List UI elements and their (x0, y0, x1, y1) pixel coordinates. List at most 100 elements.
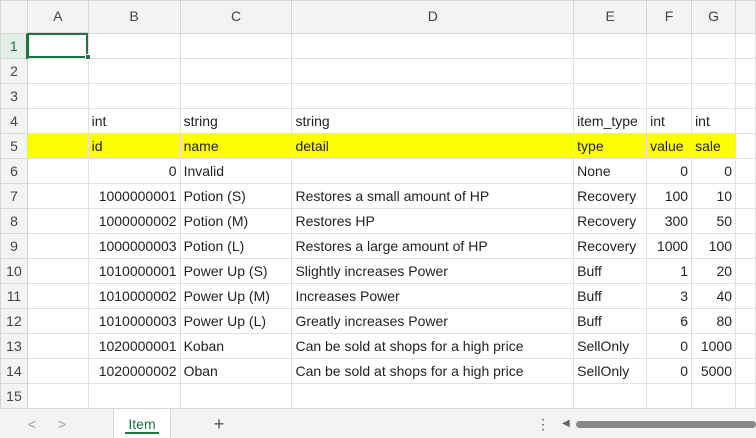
sale-cell[interactable]: 10 (691, 182, 737, 209)
name-cell[interactable]: Power Up (L) (179, 307, 293, 334)
type-cell-b[interactable]: int (87, 107, 181, 134)
cell[interactable] (291, 32, 575, 59)
cell[interactable] (735, 157, 756, 184)
cell[interactable] (573, 82, 648, 109)
column-header-h[interactable] (735, 0, 756, 34)
value-cell[interactable]: 6 (646, 307, 693, 334)
add-sheet-plus-icon[interactable]: + (208, 414, 230, 434)
cell[interactable] (87, 82, 181, 109)
column-header-c[interactable]: C (179, 0, 293, 34)
sale-cell[interactable]: 20 (691, 257, 737, 284)
value-cell[interactable]: 0 (646, 332, 693, 359)
value-cell[interactable]: 100 (646, 182, 693, 209)
field-cell-name[interactable]: name (179, 132, 293, 159)
cell[interactable] (691, 32, 737, 59)
value-cell[interactable]: 0 (646, 157, 693, 184)
value-cell[interactable]: 0 (646, 357, 693, 384)
sale-cell[interactable]: 40 (691, 282, 737, 309)
cell[interactable] (573, 57, 648, 84)
type-cell[interactable]: Recovery (573, 232, 648, 259)
cell[interactable] (179, 57, 293, 84)
id-cell[interactable]: 1000000001 (87, 182, 181, 209)
type-cell-c[interactable]: string (179, 107, 293, 134)
field-cell-id[interactable]: id (87, 132, 181, 159)
row-header[interactable]: 5 (0, 132, 28, 159)
detail-cell[interactable] (291, 157, 575, 184)
column-header-f[interactable]: F (646, 0, 693, 34)
field-cell-detail[interactable]: detail (291, 132, 575, 159)
field-cell-value[interactable]: value (646, 132, 693, 159)
cell[interactable] (26, 307, 89, 334)
name-cell[interactable]: Potion (M) (179, 207, 293, 234)
row-header[interactable]: 6 (0, 157, 28, 184)
cell[interactable] (87, 57, 181, 84)
cell[interactable] (646, 32, 693, 59)
cell[interactable] (735, 307, 756, 334)
sale-cell[interactable]: 5000 (691, 357, 737, 384)
cell[interactable] (735, 182, 756, 209)
cell[interactable] (26, 207, 89, 234)
select-all-corner[interactable] (0, 0, 28, 34)
row-header[interactable]: 14 (0, 357, 28, 384)
type-cell-e[interactable]: item_type (573, 107, 648, 134)
name-cell[interactable]: Potion (S) (179, 182, 293, 209)
type-cell-d[interactable]: string (291, 107, 575, 134)
row-header[interactable]: 9 (0, 232, 28, 259)
sale-cell[interactable]: 80 (691, 307, 737, 334)
type-cell-f[interactable]: int (646, 107, 693, 134)
detail-cell[interactable]: Increases Power (291, 282, 575, 309)
cell[interactable] (646, 82, 693, 109)
cell[interactable] (735, 57, 756, 84)
cell[interactable] (87, 382, 181, 408)
value-cell[interactable]: 1 (646, 257, 693, 284)
sale-cell[interactable]: 1000 (691, 332, 737, 359)
column-header-b[interactable]: B (87, 0, 181, 34)
cell[interactable] (291, 57, 575, 84)
id-cell[interactable]: 1010000003 (87, 307, 181, 334)
next-sheet-arrow-icon[interactable]: > (52, 415, 72, 433)
id-cell[interactable]: 0 (87, 157, 181, 184)
type-cell[interactable]: Buff (573, 282, 648, 309)
type-cell[interactable]: SellOnly (573, 357, 648, 384)
row-header[interactable]: 7 (0, 182, 28, 209)
row-header[interactable]: 4 (0, 107, 28, 134)
detail-cell[interactable]: Restores a small amount of HP (291, 182, 575, 209)
cell[interactable] (26, 382, 89, 408)
cell[interactable] (573, 382, 648, 408)
name-cell[interactable]: Invalid (179, 157, 293, 184)
sheet-tab-item[interactable]: Item (113, 409, 171, 438)
prev-sheet-arrow-icon[interactable]: < (22, 415, 42, 433)
cell[interactable] (26, 82, 89, 109)
row-header[interactable]: 10 (0, 257, 28, 284)
value-cell[interactable]: 300 (646, 207, 693, 234)
column-header-a[interactable]: A (26, 0, 89, 34)
cell[interactable] (646, 382, 693, 408)
fill-handle[interactable] (85, 54, 91, 60)
more-options-icon[interactable]: ⋮ (536, 415, 550, 433)
cell[interactable] (26, 182, 89, 209)
detail-cell[interactable]: Slightly increases Power (291, 257, 575, 284)
id-cell[interactable]: 1010000001 (87, 257, 181, 284)
type-cell[interactable]: None (573, 157, 648, 184)
cell[interactable] (26, 132, 89, 159)
type-cell[interactable]: Buff (573, 307, 648, 334)
cell[interactable] (735, 82, 756, 109)
cell[interactable] (26, 107, 89, 134)
name-cell[interactable]: Koban (179, 332, 293, 359)
sheet-table[interactable]: A B C D E F G 1 2 3 4 int string string … (0, 0, 756, 408)
cell[interactable] (735, 357, 756, 384)
cell[interactable] (691, 382, 737, 408)
cell[interactable] (735, 132, 756, 159)
cell[interactable] (179, 382, 293, 408)
active-cell-a1[interactable] (26, 32, 89, 59)
row-header[interactable]: 13 (0, 332, 28, 359)
cell[interactable] (291, 82, 575, 109)
row-header[interactable]: 2 (0, 57, 28, 84)
cell[interactable] (735, 257, 756, 284)
cell[interactable] (646, 57, 693, 84)
name-cell[interactable]: Oban (179, 357, 293, 384)
column-header-e[interactable]: E (573, 0, 648, 34)
row-header[interactable]: 12 (0, 307, 28, 334)
cell[interactable] (87, 32, 181, 59)
row-header[interactable]: 11 (0, 282, 28, 309)
